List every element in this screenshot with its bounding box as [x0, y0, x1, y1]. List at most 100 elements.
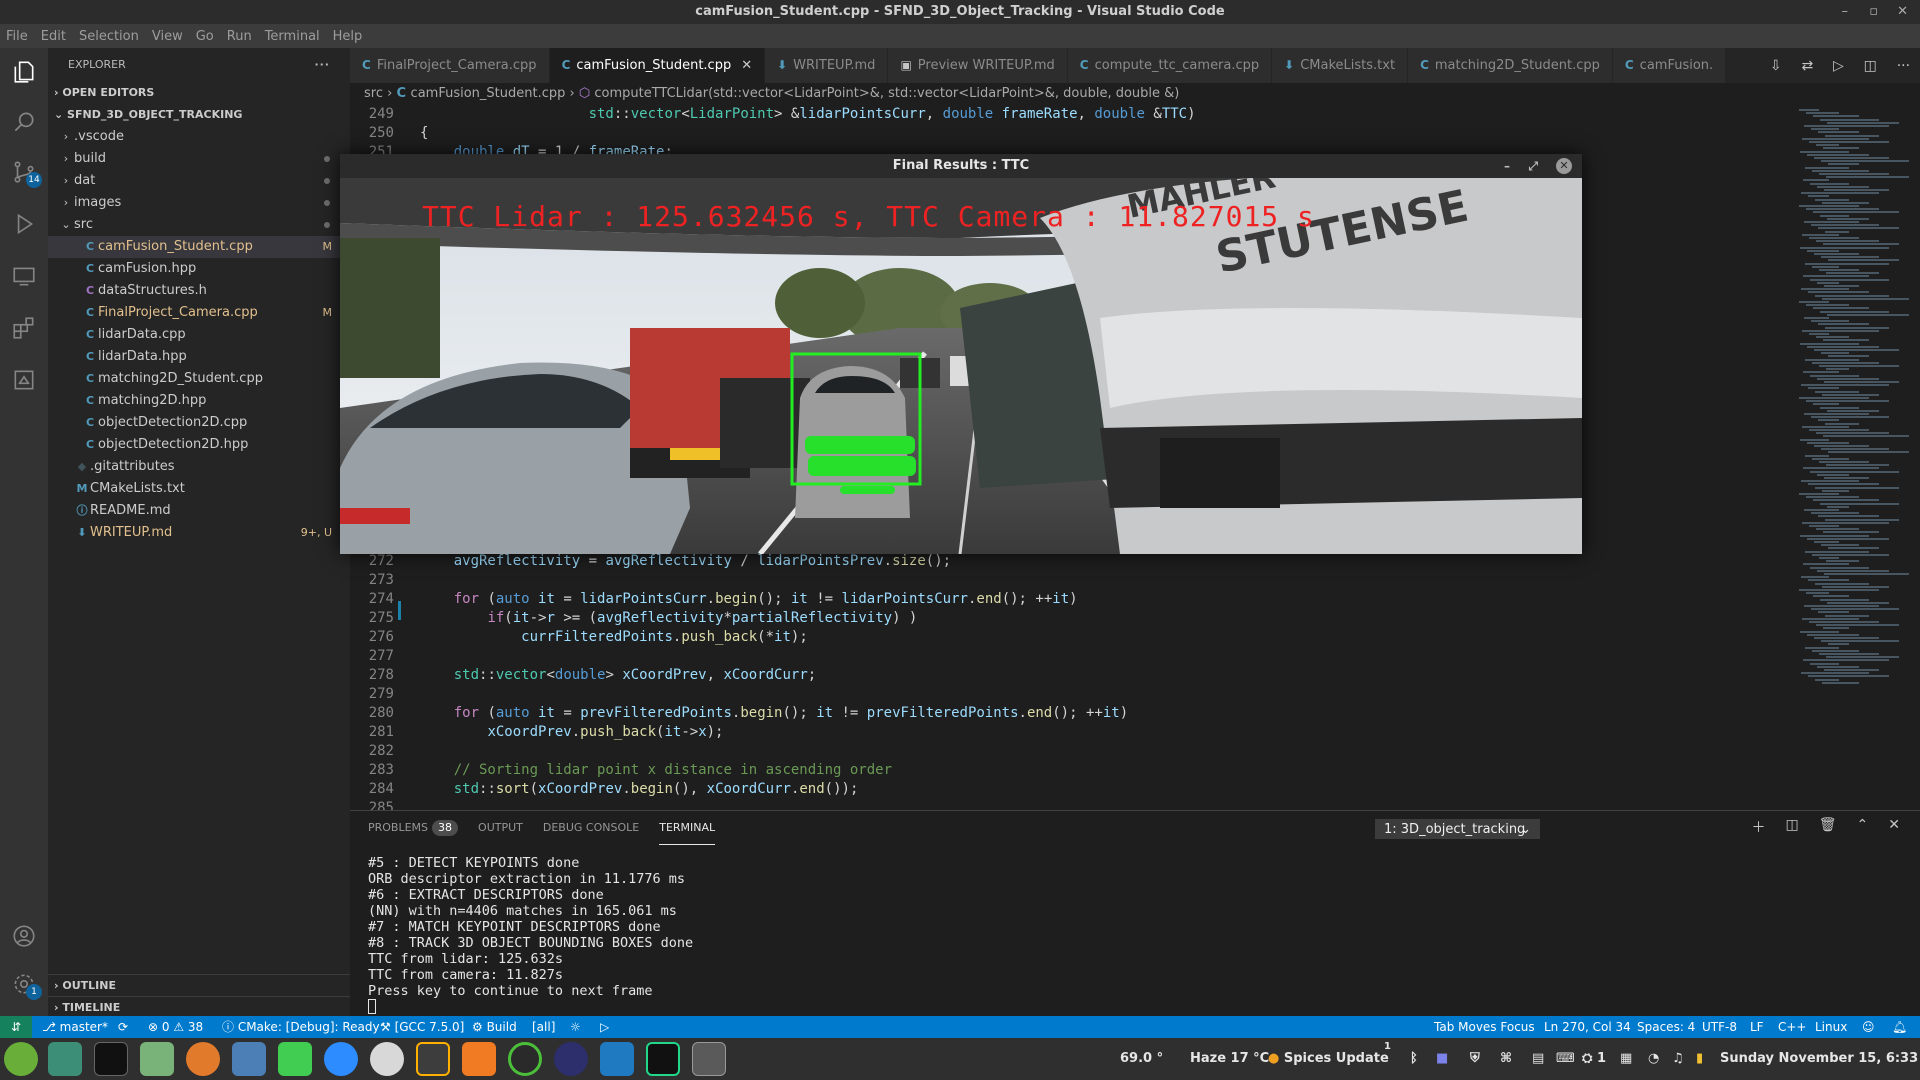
- editor-tab[interactable]: CcamFusion_Student.cpp ✕: [549, 48, 766, 83]
- panel-tab[interactable]: DEBUG CONSOLE: [543, 811, 639, 845]
- keyboard-icon[interactable]: ⌨: [1556, 1038, 1575, 1080]
- popup-titlebar[interactable]: Final Results : TTC – ⤢ ✕: [340, 154, 1582, 178]
- run-icon[interactable]: ▷: [1833, 58, 1844, 74]
- cmake-kit[interactable]: ⚒ [GCC 7.5.0]: [380, 1016, 464, 1038]
- open-changes-icon[interactable]: ⇩: [1770, 58, 1782, 74]
- tree-file[interactable]: CobjectDetection2D.hpp: [48, 434, 350, 456]
- panel-tab[interactable]: PROBLEMS 38: [368, 811, 459, 845]
- explorer-icon[interactable]: [8, 56, 40, 88]
- chromium-icon[interactable]: [370, 1042, 404, 1076]
- vscode-app-icon[interactable]: [600, 1042, 634, 1076]
- refresh-app-icon[interactable]: [508, 1042, 542, 1076]
- run-debug-icon[interactable]: [8, 208, 40, 240]
- timeline-section[interactable]: › TIMELINE: [48, 996, 350, 1018]
- breadcrumb-file[interactable]: camFusion_Student.cpp: [411, 86, 566, 101]
- popup-minimize-icon[interactable]: –: [1504, 154, 1510, 178]
- split-terminal-icon[interactable]: ◫: [1786, 817, 1799, 837]
- editor-tab[interactable]: C FinalProject_Camera.cpp: [350, 48, 550, 83]
- sound-icon[interactable]: ♫: [1672, 1038, 1684, 1080]
- new-terminal-icon[interactable]: ＋: [1752, 817, 1766, 837]
- close-tab-icon[interactable]: ✕: [741, 58, 752, 73]
- cmake-icon[interactable]: [8, 364, 40, 396]
- weather[interactable]: Haze 17 °C: [1190, 1038, 1269, 1080]
- tree-folder[interactable]: › dat: [48, 170, 350, 192]
- remote-icon[interactable]: ⇵: [0, 1016, 32, 1038]
- editor-tab[interactable]: ▣ Preview WRITEUP.md: [888, 48, 1068, 83]
- editor-tab[interactable]: CcamFusion.: [1612, 48, 1727, 83]
- more-actions-icon[interactable]: ···: [314, 48, 330, 82]
- teams-icon[interactable]: ■: [1436, 1038, 1448, 1080]
- popup-maximize-icon[interactable]: ⤢: [1528, 154, 1538, 178]
- menu-terminal[interactable]: Terminal: [265, 29, 320, 44]
- spices-update[interactable]: ● Spices Update: [1268, 1038, 1389, 1080]
- terminal-app-icon[interactable]: [94, 1042, 128, 1076]
- source-control-icon[interactable]: 14: [8, 156, 42, 188]
- tree-file[interactable]: CdataStructures.h: [48, 280, 350, 302]
- menu-selection[interactable]: Selection: [79, 29, 139, 44]
- compare-icon[interactable]: ⇄: [1801, 58, 1813, 74]
- tree-file[interactable]: Cmatching2D.hpp: [48, 390, 350, 412]
- breadcrumb-src[interactable]: src: [364, 86, 383, 101]
- desktop-icon[interactable]: [48, 1042, 82, 1076]
- zoom-icon[interactable]: [324, 1042, 358, 1076]
- panel-tab[interactable]: OUTPUT: [478, 811, 523, 845]
- editor-tab[interactable]: Ccompute_ttc_camera.cpp: [1067, 48, 1273, 83]
- tree-file[interactable]: Cmatching2D_Student.cpp: [48, 368, 350, 390]
- menu-run[interactable]: Run: [227, 29, 252, 44]
- maximize-icon[interactable]: ▫: [1869, 0, 1878, 24]
- remote-explorer-icon[interactable]: [8, 260, 40, 292]
- tree-file[interactable]: M CMakeLists.txt: [48, 478, 350, 500]
- tree-folder[interactable]: ⌄ src: [48, 214, 350, 236]
- indentation[interactable]: Spaces: 4: [1637, 1016, 1695, 1038]
- tree-folder[interactable]: › images: [48, 192, 350, 214]
- debug-bug-icon[interactable]: ☼: [570, 1016, 581, 1038]
- close-panel-icon[interactable]: ✕: [1888, 817, 1900, 837]
- build-target[interactable]: [all]: [532, 1016, 555, 1038]
- more-icon[interactable]: ···: [1897, 58, 1910, 74]
- bluetooth-icon[interactable]: ᛒ: [1410, 1038, 1418, 1080]
- problems-indicator[interactable]: ⊗ 0 ⚠ 38: [148, 1016, 203, 1038]
- tree-folder[interactable]: › .vscode: [48, 126, 350, 148]
- tree-file[interactable]: CcamFusion.hpp: [48, 258, 350, 280]
- cmake-status[interactable]: ⓘ CMake: [Debug]: Ready: [222, 1016, 380, 1038]
- menu-go[interactable]: Go: [196, 29, 214, 44]
- virtualbox-icon[interactable]: [232, 1042, 266, 1076]
- network-tray-icon[interactable]: ⌘: [1500, 1038, 1512, 1080]
- menu-view[interactable]: View: [152, 29, 183, 44]
- eclipse-icon[interactable]: [554, 1042, 588, 1076]
- outline-section[interactable]: › OUTLINE: [48, 974, 350, 996]
- update-manager-icon[interactable]: ⛭ 1: [1582, 1038, 1606, 1080]
- minimize-icon[interactable]: –: [1842, 0, 1849, 24]
- split-editor-icon[interactable]: ◫: [1864, 58, 1877, 74]
- battery-icon[interactable]: ▮: [1696, 1038, 1703, 1080]
- tree-file[interactable]: ⬇ WRITEUP.md 9+, U: [48, 522, 350, 544]
- clock[interactable]: Sunday November 15, 6:33 AM: [1720, 1038, 1920, 1080]
- open-editors-section[interactable]: › OPEN EDITORS: [48, 82, 350, 104]
- close-icon[interactable]: ✕: [1897, 0, 1908, 24]
- mint-menu-icon[interactable]: [4, 1042, 38, 1076]
- wifi-icon[interactable]: ◔: [1648, 1038, 1659, 1080]
- extensions-icon[interactable]: [8, 312, 40, 344]
- popup-close-icon[interactable]: ✕: [1556, 158, 1572, 174]
- tab-moves-focus[interactable]: Tab Moves Focus: [1434, 1016, 1535, 1038]
- firefox-icon[interactable]: [186, 1042, 220, 1076]
- account-icon[interactable]: [8, 920, 40, 952]
- pdf-app-icon[interactable]: [462, 1042, 496, 1076]
- files-app-icon[interactable]: [140, 1042, 174, 1076]
- editor-tab[interactable]: ⬇ CMakeLists.txt: [1272, 48, 1409, 83]
- editor-tab[interactable]: ⬇ WRITEUP.md: [765, 48, 889, 83]
- encoding[interactable]: UTF-8: [1702, 1016, 1737, 1038]
- sync-icon[interactable]: ⟳: [118, 1016, 128, 1038]
- us-flag-icon[interactable]: ▦: [1620, 1038, 1632, 1080]
- maximize-panel-icon[interactable]: ⌃: [1857, 817, 1869, 837]
- tree-file[interactable]: ◆ .gitattributes: [48, 456, 350, 478]
- terminal-selector[interactable]: 1: 3D_object_tracking ⌄: [1375, 819, 1540, 839]
- cursor-position[interactable]: Ln 270, Col 34: [1544, 1016, 1631, 1038]
- menu-help[interactable]: Help: [333, 29, 363, 44]
- tree-file[interactable]: C FinalProject_Camera.cpp M: [48, 302, 350, 324]
- panel-tab[interactable]: TERMINAL: [659, 811, 716, 845]
- security-shield-icon[interactable]: ⛨: [1470, 1038, 1480, 1080]
- git-branch[interactable]: ⎇ master*: [42, 1016, 108, 1038]
- menu-edit[interactable]: Edit: [41, 29, 66, 44]
- feedback-icon[interactable]: ☺: [1862, 1016, 1875, 1038]
